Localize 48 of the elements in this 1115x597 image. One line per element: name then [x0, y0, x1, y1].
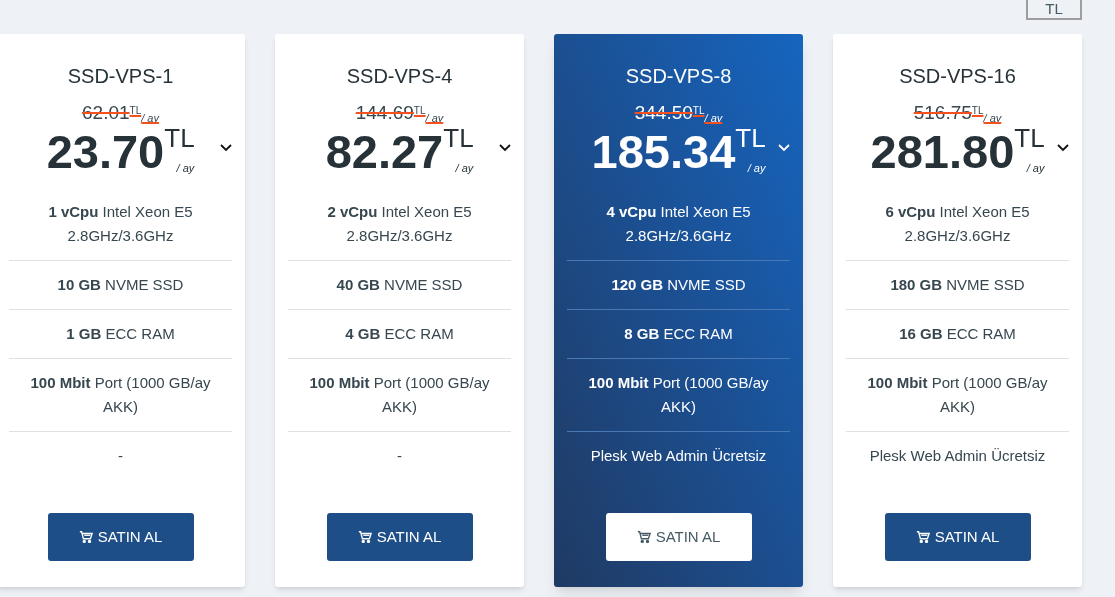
- plan-name: SSD-VPS-4: [346, 64, 453, 89]
- price: 185.34: [591, 126, 736, 178]
- currency: TL: [164, 124, 195, 152]
- feature-text: 40 GB NVME SSD: [336, 275, 463, 295]
- plan-name: SSD-VPS-16: [899, 64, 1016, 89]
- period: / ay: [176, 162, 195, 174]
- plan-name: SSD-VPS-8: [625, 64, 732, 89]
- feature-text: 100 Mbit Port (1000 GB/ay AKK): [866, 373, 1049, 417]
- cart-icon: [78, 530, 93, 544]
- chevron-down-icon[interactable]: [1057, 144, 1069, 152]
- currency: TL: [1014, 124, 1045, 152]
- buy-button[interactable]: SATIN AL: [47, 513, 194, 561]
- feature-text: 8 GB ECC RAM: [624, 324, 733, 344]
- currency: TL: [443, 124, 474, 152]
- feature-text: 16 GB ECC RAM: [899, 324, 1016, 344]
- currency-button[interactable]: TL: [1026, 0, 1082, 20]
- period: / ay: [1026, 162, 1045, 174]
- buy-button[interactable]: SATIN AL: [605, 513, 752, 561]
- cart-icon: [636, 530, 651, 544]
- feature-text: 120 GB NVME SSD: [611, 275, 746, 295]
- price: 281.80: [870, 126, 1015, 178]
- period: / ay: [747, 162, 766, 174]
- feature-text: 1 vCpu Intel Xeon E5 2.8GHz/3.6GHz: [47, 202, 194, 246]
- currency: TL: [735, 124, 766, 152]
- plan-name: SSD-VPS-1: [67, 64, 174, 89]
- feature-text: 1 GB ECC RAM: [66, 324, 175, 344]
- chevron-down-icon[interactable]: [220, 144, 232, 152]
- period: / ay: [455, 162, 474, 174]
- buy-button[interactable]: SATIN AL: [326, 513, 473, 561]
- feature-text: 100 Mbit Port (1000 GB/ay AKK): [29, 373, 212, 417]
- feature-text: 180 GB NVME SSD: [890, 275, 1025, 295]
- feature-text: -: [397, 446, 402, 466]
- price: 82.27: [325, 126, 444, 178]
- feature-text: 10 GB NVME SSD: [57, 275, 184, 295]
- chevron-down-icon[interactable]: [499, 144, 511, 152]
- feature-text: 2 vCpu Intel Xeon E5 2.8GHz/3.6GHz: [326, 202, 473, 246]
- feature-text: 4 GB ECC RAM: [345, 324, 454, 344]
- feature-text: -: [118, 446, 123, 466]
- feature-text: Plesk Web Admin Ücretsiz: [869, 446, 1046, 466]
- feature-text: 100 Mbit Port (1000 GB/ay AKK): [308, 373, 491, 417]
- cart-icon: [915, 530, 930, 544]
- buy-button[interactable]: SATIN AL: [884, 513, 1031, 561]
- feature-text: 6 vCpu Intel Xeon E5 2.8GHz/3.6GHz: [884, 202, 1031, 246]
- feature-text: Plesk Web Admin Ücretsiz: [590, 446, 767, 466]
- cart-icon: [357, 530, 372, 544]
- feature-text: 4 vCpu Intel Xeon E5 2.8GHz/3.6GHz: [605, 202, 752, 246]
- feature-text: 100 Mbit Port (1000 GB/ay AKK): [587, 373, 770, 417]
- price: 23.70: [46, 126, 165, 178]
